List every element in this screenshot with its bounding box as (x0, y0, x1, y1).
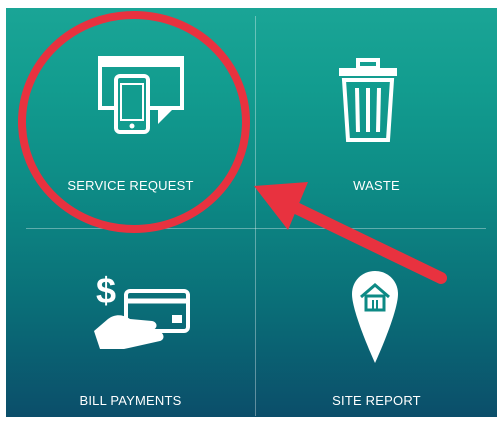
tile-label-bill-payments: BILL PAYMENTS (79, 393, 182, 408)
devices-icon (96, 54, 186, 144)
hand-card-payment-icon: $ (90, 269, 200, 359)
tile-label-waste: WASTE (353, 178, 400, 193)
tile-service-request[interactable]: SERVICE REQUEST (6, 8, 255, 228)
tile-label-service-request: SERVICE REQUEST (67, 178, 194, 193)
tile-label-site-report: SITE REPORT (332, 393, 421, 408)
trash-bin-icon (336, 58, 400, 142)
location-pin-house-icon (350, 269, 400, 365)
tile-bill-payments[interactable]: $ BILL PAYMENTS (6, 229, 255, 417)
tile-waste[interactable]: WASTE (256, 8, 497, 228)
svg-text:$: $ (96, 270, 116, 311)
tile-site-report[interactable]: SITE REPORT (256, 229, 497, 417)
home-grid-screen: SERVICE REQUEST WASTE $ BILL PAYMENTS SI… (6, 8, 497, 417)
